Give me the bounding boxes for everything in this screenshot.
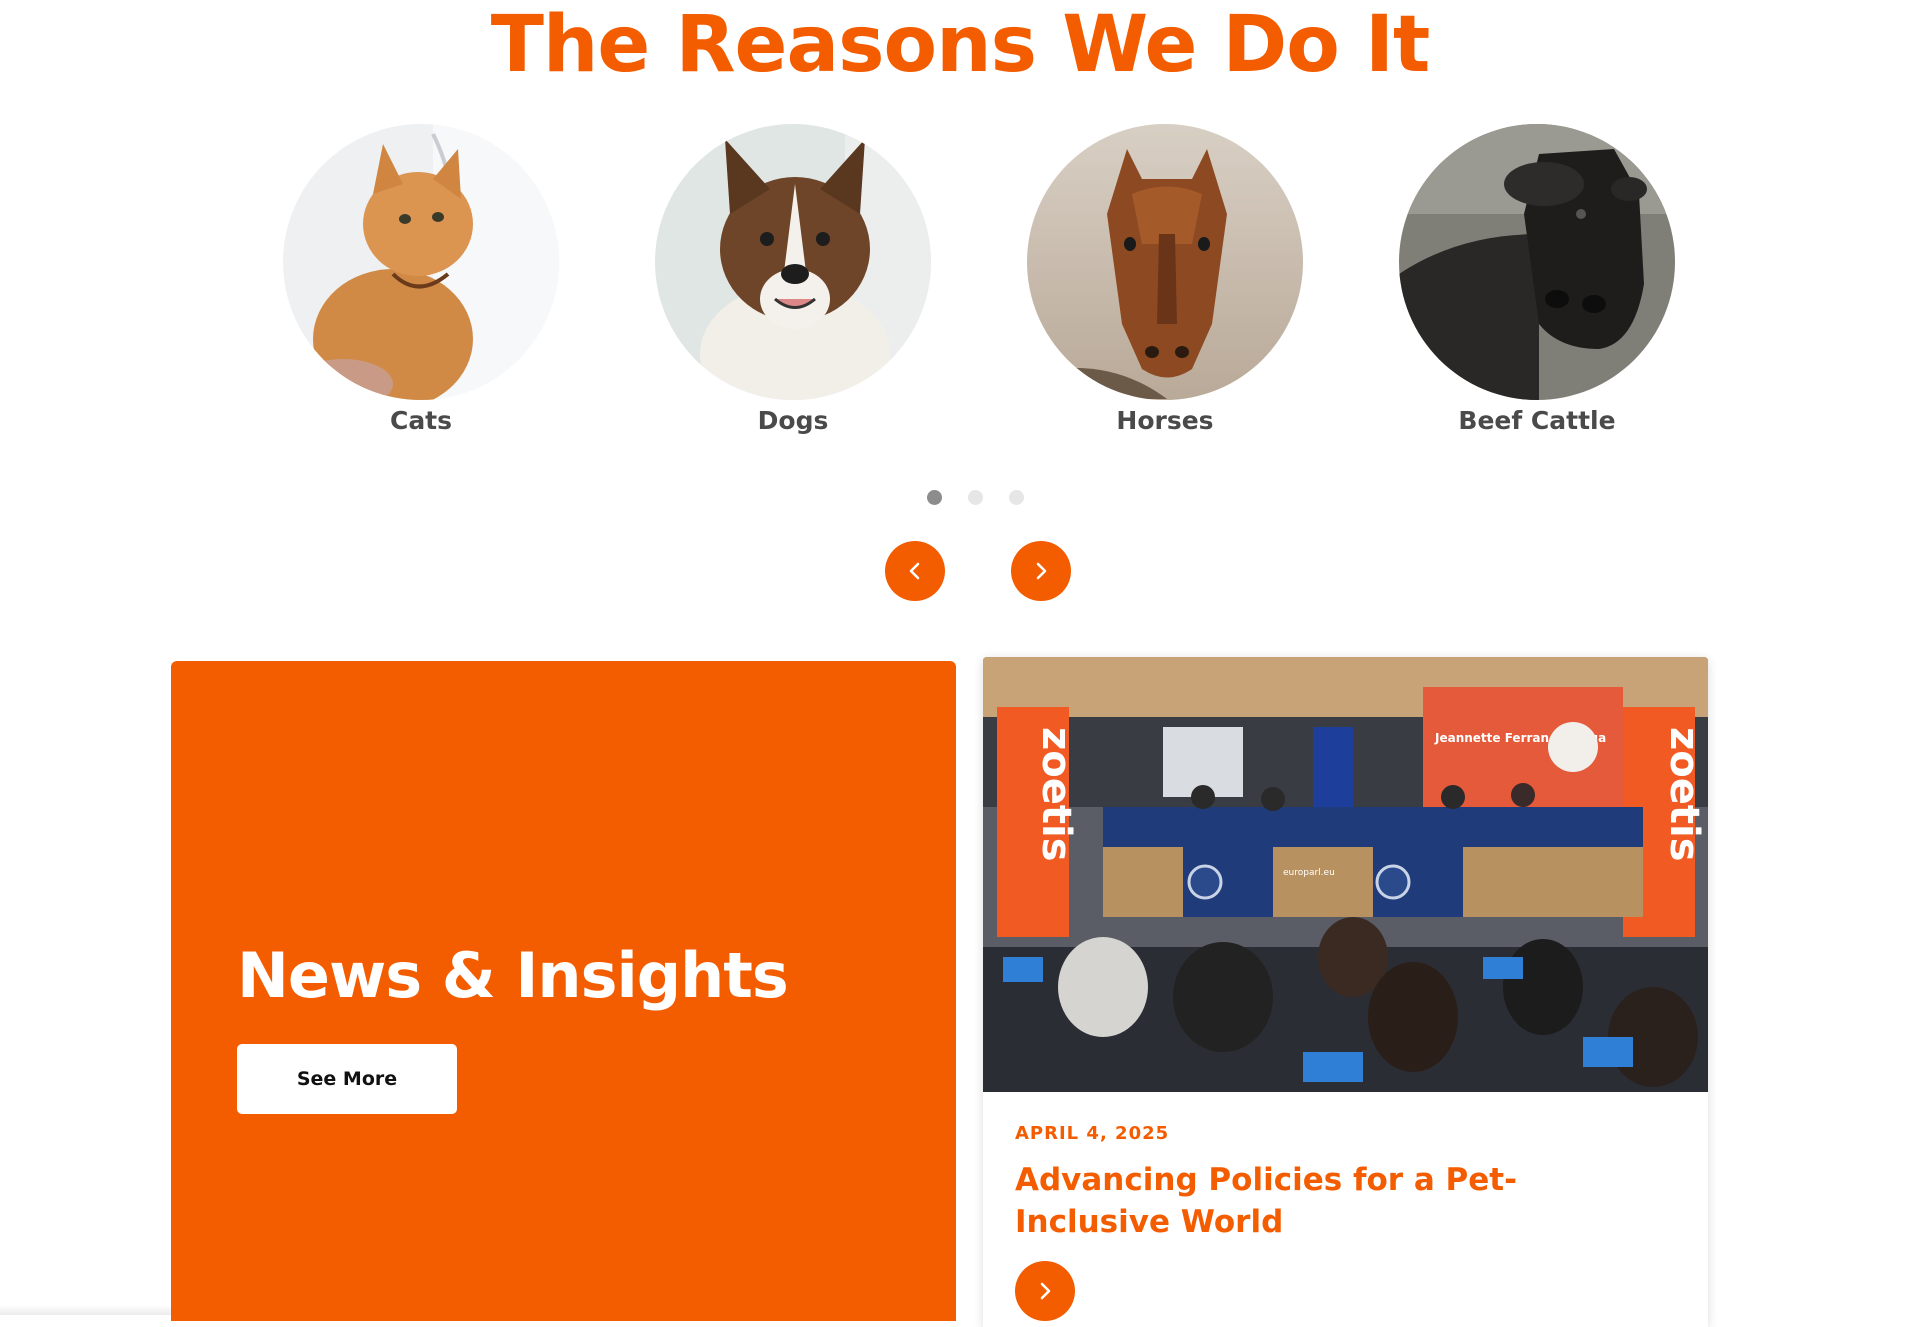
animal-card-cats[interactable]: Cats [283, 124, 559, 435]
article-card[interactable]: Jeannette Ferran Astorga zoetis zoetis e… [983, 657, 1708, 1327]
carousel-dot-1[interactable] [927, 490, 942, 505]
animal-label[interactable]: Horses [1027, 406, 1303, 435]
animal-label[interactable]: Beef Cattle [1399, 406, 1675, 435]
cat-photo[interactable] [283, 124, 559, 400]
banner-text-right: zoetis [1661, 727, 1707, 862]
section-title: The Reasons We Do It [490, 0, 1431, 90]
chevron-right-icon [1040, 1282, 1051, 1300]
see-more-button[interactable]: See More [237, 1044, 457, 1114]
news-title: News & Insights [237, 939, 789, 1012]
carousel-pagination [0, 490, 1920, 506]
carousel-dot-3[interactable] [1009, 490, 1024, 505]
animal-label[interactable]: Cats [283, 406, 559, 435]
page-divider [0, 1305, 171, 1315]
article-headline[interactable]: Advancing Policies for a Pet-Inclusive W… [1015, 1159, 1655, 1243]
animal-card-dogs[interactable]: Dogs [655, 124, 931, 435]
animal-label[interactable]: Dogs [655, 406, 931, 435]
animal-card-horses[interactable]: Horses [1027, 124, 1303, 435]
carousel-next-button[interactable] [1011, 541, 1071, 601]
carousel-prev-button[interactable] [885, 541, 945, 601]
cattle-photo[interactable] [1399, 124, 1675, 400]
dog-photo[interactable] [655, 124, 931, 400]
article-read-more-button[interactable] [1015, 1261, 1075, 1321]
carousel-dot-2[interactable] [968, 490, 983, 505]
chevron-right-icon [1036, 562, 1047, 580]
article-photo[interactable]: Jeannette Ferran Astorga zoetis zoetis e… [983, 657, 1708, 1092]
article-date: APRIL 4, 2025 [1015, 1123, 1170, 1144]
animal-card-beef-cattle[interactable]: Beef Cattle [1399, 124, 1675, 435]
news-insights-panel: News & Insights See More [171, 661, 956, 1321]
desk-text: europarl.eu [1283, 868, 1335, 878]
chevron-left-icon [909, 562, 920, 580]
horse-photo[interactable] [1027, 124, 1303, 400]
banner-text-left: zoetis [1033, 727, 1079, 862]
animal-carousel: Cats Dogs Horses Beef Cattle [0, 124, 1920, 444]
